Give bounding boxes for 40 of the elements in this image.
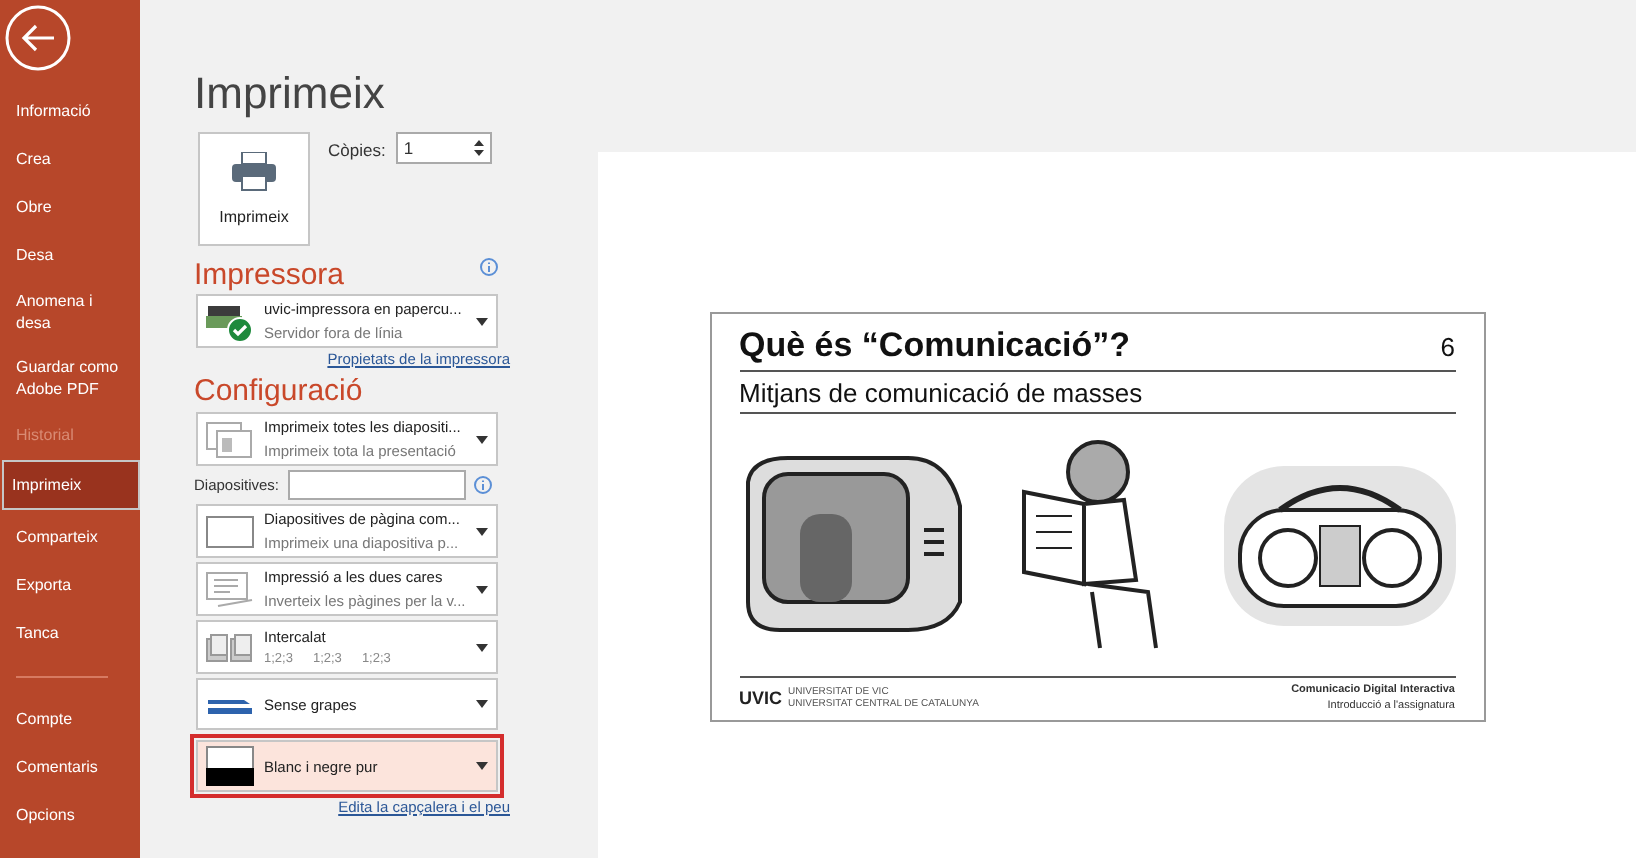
section-heading: Impressora — [194, 258, 345, 292]
slide-number: 6 — [1440, 332, 1455, 362]
caret-icon — [476, 762, 488, 770]
collated-pages-icon — [206, 633, 254, 661]
sidebar-item[interactable]: Imprimeix — [2, 460, 140, 510]
university-logo: UVIC — [739, 688, 783, 708]
slide-title: Què és “Comunicació”? — [739, 326, 1131, 366]
slides-input-field[interactable] — [287, 470, 466, 500]
sidebar-item[interactable]: Anomena i desa — [0, 278, 140, 344]
slide-subtitle: Mitjans de comunicació de masses — [739, 372, 1455, 414]
printer-icon — [232, 152, 276, 192]
caret-icon — [476, 700, 488, 708]
sidebar-item[interactable]: Comparteix — [0, 512, 140, 560]
sidebar-item[interactable]: Informació — [0, 86, 140, 134]
page-icon — [206, 515, 254, 547]
section-heading: Configuració — [194, 374, 365, 408]
sidebar-item[interactable]: Comentaris — [0, 742, 140, 790]
sidebar-item[interactable]: Desa — [0, 230, 140, 278]
sidebar-item[interactable]: Opcions — [0, 790, 140, 838]
page-heading: Imprimeix — [194, 68, 387, 120]
duplex-pages-icon — [206, 571, 254, 607]
print-mode-icon — [206, 746, 254, 786]
copies-spinner[interactable]: 1 — [395, 132, 492, 164]
caret-icon — [476, 527, 488, 535]
caret-icon — [476, 585, 488, 593]
caret-icon — [476, 435, 488, 443]
info-icon — [473, 476, 492, 494]
sidebar-item[interactable]: Crea — [0, 134, 140, 182]
copies-label: Còpies: — [328, 140, 386, 160]
info-icon — [480, 258, 498, 276]
sidebar-item[interactable]: Exporta — [0, 560, 140, 608]
sidebar-item[interactable]: Compte — [0, 694, 140, 742]
spin-arrows-icon — [473, 138, 484, 158]
caret-icon — [476, 643, 488, 651]
caret-icon — [476, 317, 488, 325]
sidebar-item[interactable]: Tanca — [0, 608, 140, 656]
sidebar-item[interactable]: Guardar como Adobe PDF — [0, 344, 140, 410]
sidebar-item[interactable]: Obre — [0, 182, 140, 230]
print-button[interactable]: Imprimeix — [198, 132, 310, 246]
slides-icon — [206, 421, 254, 457]
